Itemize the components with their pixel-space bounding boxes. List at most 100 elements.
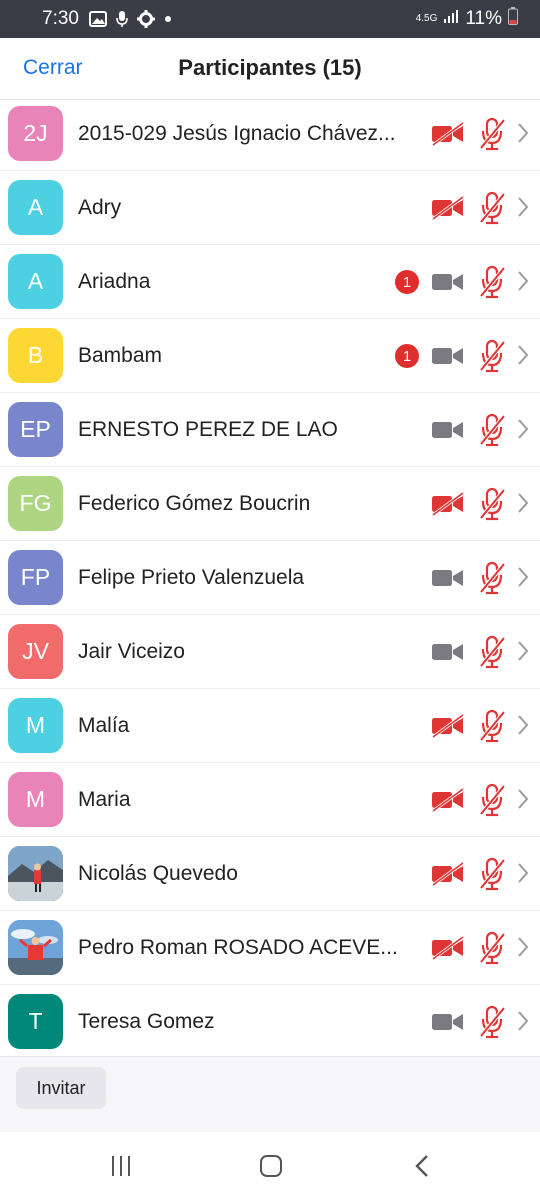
participant-row[interactable]: FP Felipe Prieto Valenzuela: [0, 541, 540, 615]
chevron-right-icon[interactable]: [516, 935, 530, 964]
participant-name: Malía: [78, 713, 130, 737]
video-on-icon: [431, 640, 465, 669]
participant-name: Pedro Roman ROSADO ACEVE...: [78, 935, 398, 959]
signal-icon: [443, 8, 459, 30]
avatar: EP: [8, 402, 63, 457]
mic-muted-icon: [478, 1005, 506, 1044]
participant-row[interactable]: 2J 2015-029 Jesús Ignacio Chávez...: [0, 97, 540, 171]
participant-name: Maria: [78, 787, 131, 811]
participant-row[interactable]: B Bambam 1: [0, 319, 540, 393]
avatar: [8, 920, 63, 975]
footer-bar: Invitar: [0, 1056, 540, 1132]
video-off-icon: [431, 195, 465, 225]
mic-muted-icon: [478, 635, 506, 674]
unread-badge: 1: [395, 270, 419, 294]
chevron-right-icon[interactable]: [516, 713, 530, 742]
chevron-right-icon[interactable]: [516, 269, 530, 298]
participant-name: Ariadna: [78, 269, 151, 293]
avatar: B: [8, 328, 63, 383]
participant-row[interactable]: A Ariadna 1: [0, 245, 540, 319]
participant-name: Felipe Prieto Valenzuela: [78, 565, 305, 589]
video-off-icon: [431, 713, 465, 743]
participant-row[interactable]: FG Federico Gómez Boucrin: [0, 467, 540, 541]
avatar: FP: [8, 550, 63, 605]
participant-list: 2J 2015-029 Jesús Ignacio Chávez... A Adry A…: [0, 97, 540, 1059]
participant-row[interactable]: Pedro Roman ROSADO ACEVE...: [0, 911, 540, 985]
avatar: JV: [8, 624, 63, 679]
participant-name: Federico Gómez Boucrin: [78, 491, 311, 515]
chevron-right-icon[interactable]: [516, 787, 530, 816]
status-time: 7:30: [42, 8, 79, 29]
avatar: A: [8, 180, 63, 235]
recent-apps-icon[interactable]: [110, 1154, 132, 1183]
mic-muted-icon: [478, 561, 506, 600]
gear-icon: [136, 10, 155, 28]
battery-label: 11%: [465, 8, 502, 29]
mic-muted-icon: [478, 339, 506, 378]
mic-muted-icon: [478, 191, 506, 230]
page-title: Participantes (15): [178, 55, 362, 80]
chevron-right-icon[interactable]: [516, 861, 530, 890]
participant-row[interactable]: Nicolás Quevedo: [0, 837, 540, 911]
participants-header: Cerrar Participantes (15): [0, 38, 540, 100]
video-off-icon: [431, 491, 465, 521]
avatar: [8, 846, 63, 901]
mic-muted-icon: [478, 783, 506, 822]
avatar: FG: [8, 476, 63, 531]
mic-muted-icon: [478, 265, 506, 304]
participant-row[interactable]: M Malía: [0, 689, 540, 763]
participant-name: Teresa Gomez: [78, 1009, 215, 1033]
participant-name: 2015-029 Jesús Ignacio Chávez...: [78, 121, 396, 145]
avatar: A: [8, 254, 63, 309]
video-on-icon: [431, 344, 465, 373]
video-on-icon: [431, 270, 465, 299]
back-icon[interactable]: [414, 1154, 430, 1183]
battery-icon: [508, 7, 518, 31]
avatar: M: [8, 772, 63, 827]
participant-row[interactable]: M Maria: [0, 763, 540, 837]
chevron-right-icon[interactable]: [516, 1009, 530, 1038]
network-label: 4.5G: [415, 13, 438, 24]
image-icon: [88, 11, 107, 27]
avatar: M: [8, 698, 63, 753]
unread-badge: 1: [395, 344, 419, 368]
participant-row[interactable]: JV Jair Viceizo: [0, 615, 540, 689]
mic-icon: [116, 10, 128, 28]
participant-row[interactable]: A Adry: [0, 171, 540, 245]
video-off-icon: [431, 861, 465, 891]
video-off-icon: [431, 935, 465, 965]
chevron-right-icon[interactable]: [516, 195, 530, 224]
chevron-right-icon[interactable]: [516, 343, 530, 372]
video-on-icon: [431, 1010, 465, 1039]
participant-name: Bambam: [78, 343, 163, 367]
participant-name: ERNESTO PEREZ DE LAO: [78, 417, 338, 441]
mic-muted-icon: [478, 487, 506, 526]
video-off-icon: [431, 121, 465, 151]
participant-row[interactable]: EP ERNESTO PEREZ DE LAO: [0, 393, 540, 467]
participant-name: Adry: [78, 195, 122, 219]
chevron-right-icon[interactable]: [516, 565, 530, 594]
system-navigation-bar: [0, 1132, 540, 1200]
chevron-right-icon[interactable]: [516, 417, 530, 446]
status-right: 4.5G 11%: [416, 7, 518, 31]
video-on-icon: [431, 418, 465, 447]
mic-muted-icon: [478, 709, 506, 748]
mic-muted-icon: [478, 413, 506, 452]
video-off-icon: [431, 787, 465, 817]
mic-muted-icon: [478, 117, 506, 156]
chevron-right-icon[interactable]: [516, 639, 530, 668]
participant-row[interactable]: T Teresa Gomez: [0, 985, 540, 1059]
video-on-icon: [431, 566, 465, 595]
chevron-right-icon[interactable]: [516, 121, 530, 150]
status-bar: 7:30 4.5G 11%: [0, 0, 540, 38]
home-icon[interactable]: [259, 1154, 283, 1183]
mic-muted-icon: [478, 857, 506, 896]
participant-name: Nicolás Quevedo: [78, 861, 238, 885]
chevron-right-icon[interactable]: [516, 491, 530, 520]
mic-muted-icon: [478, 931, 506, 970]
dot-icon: [164, 15, 172, 23]
avatar: T: [8, 994, 63, 1049]
invite-button[interactable]: Invitar: [16, 1067, 106, 1109]
participant-name: Jair Viceizo: [78, 639, 185, 663]
avatar: 2J: [8, 106, 63, 161]
